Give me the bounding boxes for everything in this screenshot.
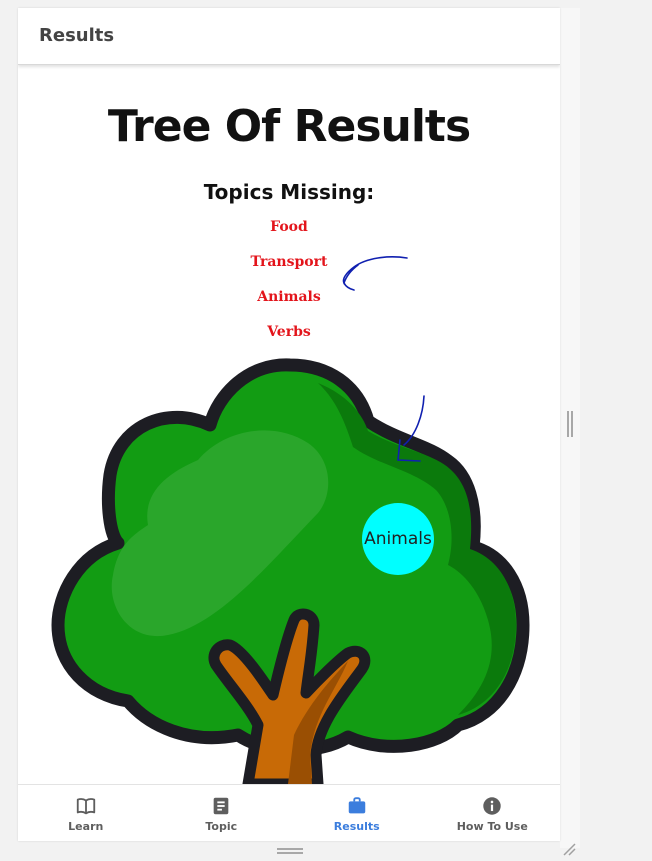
animals-result-badge[interactable]: Animals <box>362 503 434 575</box>
missing-topics-list: Food Transport Animals Verbs <box>18 219 560 359</box>
missing-topic-item: Food <box>270 219 308 235</box>
missing-topic-item: Animals <box>257 289 321 305</box>
results-content[interactable]: Tree Of Results Topics Missing: Food Tra… <box>18 65 560 784</box>
missing-topic-item: Verbs <box>267 324 311 340</box>
resize-grip-icon[interactable] <box>562 842 576 856</box>
briefcase-icon <box>348 797 365 814</box>
tree-illustration <box>51 256 530 784</box>
bottom-navigation: Learn Topic Results How To Use <box>18 784 560 841</box>
nav-results-label: Results <box>333 820 380 833</box>
tree-of-results-heading: Tree Of Results <box>107 101 471 152</box>
nav-how-to-use[interactable]: How To Use <box>425 785 561 841</box>
document-icon <box>213 797 229 815</box>
nav-topic-label: Topic <box>205 820 238 833</box>
bottom-resize-handle[interactable] <box>277 848 303 854</box>
nav-how-to-use-label: How To Use <box>456 820 528 833</box>
info-icon <box>483 797 501 815</box>
missing-topic-item: Transport <box>250 254 328 270</box>
nav-topic[interactable]: Topic <box>154 785 290 841</box>
nav-learn-label: Learn <box>68 820 104 833</box>
screen: Results Tree Of Results Topics Missing: … <box>0 0 652 861</box>
nav-learn[interactable]: Learn <box>18 785 154 841</box>
topics-missing-heading: Topics Missing: <box>203 180 375 204</box>
page-title: Results <box>39 25 115 46</box>
book-icon <box>76 798 95 815</box>
app-bar: Results <box>18 8 560 65</box>
app-window: Results Tree Of Results Topics Missing: … <box>18 8 560 841</box>
nav-results[interactable]: Results <box>289 785 425 841</box>
side-resize-handle[interactable] <box>567 411 573 437</box>
